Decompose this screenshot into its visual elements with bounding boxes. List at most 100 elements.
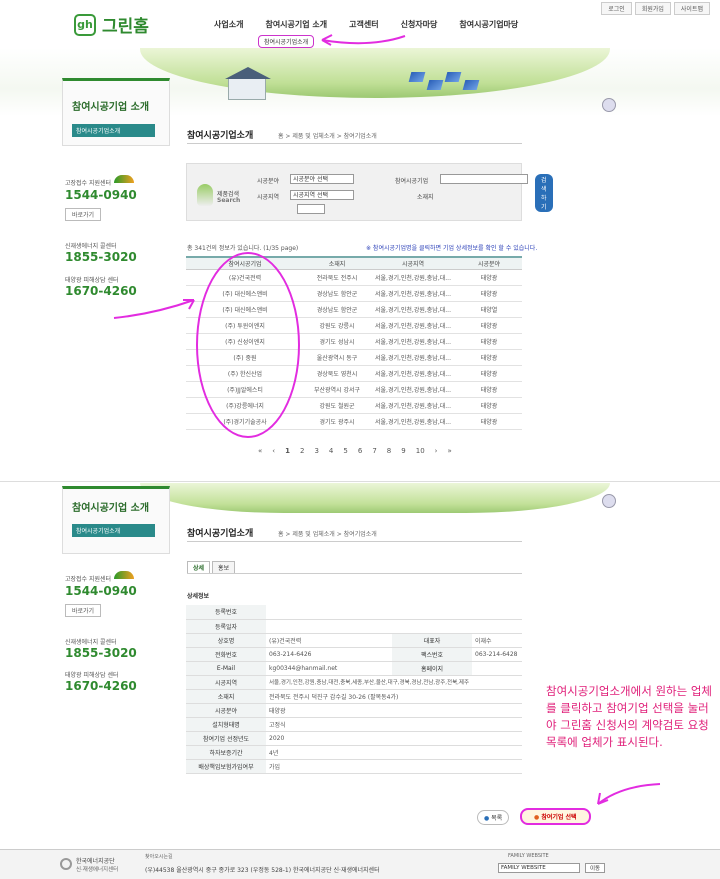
top-button-icon[interactable] xyxy=(602,98,616,112)
company-input[interactable] xyxy=(440,174,528,184)
callcenter-phone: 1855-3020 xyxy=(65,250,137,264)
shortcut-button[interactable]: 바로가기 xyxy=(65,208,102,221)
year-label: 참여기업 선정년도 xyxy=(186,731,266,746)
insurance-value: 가입 xyxy=(266,759,522,774)
damage-phone: 1670-4260 xyxy=(65,679,137,693)
title-divider xyxy=(187,541,522,542)
warranty-value: 4년 xyxy=(266,745,522,760)
next-page-icon[interactable]: › xyxy=(435,447,438,455)
solar-panel-icon xyxy=(462,80,480,90)
address-label: 소재지 xyxy=(417,194,434,201)
house-icon xyxy=(225,67,271,100)
reg-date-value xyxy=(266,619,522,634)
shortcut-button[interactable]: 바로가기 xyxy=(65,604,102,617)
address-cell: 전라북도 전주시 xyxy=(304,269,370,286)
damage-label: 태양광 피해상담 센터 xyxy=(65,277,119,284)
address-cell: 경기도 광주시 xyxy=(304,413,370,430)
prev-page-icon[interactable]: ‹ xyxy=(272,447,275,455)
nav-company-board[interactable]: 참여시공기업마당 xyxy=(459,19,518,30)
region-cell: 서울,경기,인천,강원,충남,대... xyxy=(370,413,456,430)
region-select[interactable]: 시공지역 선택 xyxy=(290,190,354,200)
help-label: 고장접수 지원센터 xyxy=(65,576,112,583)
sidebar-box: 참여시공기업 소개 참여시공기업소개 xyxy=(62,78,170,146)
field-label: 시공분야 xyxy=(257,178,280,185)
address-cell: 경상남도 함안군 xyxy=(304,301,370,318)
main-nav: 사업소개 참여시공기업 소개 고객센터 신청자마당 참여시공기업마당 xyxy=(214,19,518,30)
nav-business[interactable]: 사업소개 xyxy=(214,19,243,30)
sidebar-item-companies[interactable]: 참여시공기업소개 xyxy=(72,524,155,537)
footer-address: (우)44538 울산광역시 중구 종가로 323 (우정동 528-1) 한국… xyxy=(145,867,380,874)
region-cell: 서울,경기,인천,강원,충남,대... xyxy=(370,301,456,318)
col-field: 시공분야 xyxy=(456,256,522,270)
family-site-label: FAMILY WEBSITE xyxy=(508,853,549,859)
nav-companies[interactable]: 참여시공기업 소개 xyxy=(265,19,327,30)
last-page-icon[interactable]: » xyxy=(447,447,451,455)
page-10[interactable]: 10 xyxy=(416,447,425,455)
banner-hill xyxy=(140,483,610,513)
field-label: 시공분야 xyxy=(186,703,266,718)
logo-name: 그린홈 xyxy=(102,17,149,37)
energy-agency-logo-icon xyxy=(60,858,72,870)
address-value: 전라북도 전주시 덕진구 감수길 30-26 (팔복동4가) xyxy=(266,689,522,704)
nav-applicant[interactable]: 신청자마당 xyxy=(401,19,438,30)
first-page-icon[interactable]: « xyxy=(258,447,262,455)
address-cell: 부산광역시 강서구 xyxy=(304,381,370,398)
tab-divider xyxy=(187,573,522,574)
nav-sub-active[interactable]: 참여시공기업소개 xyxy=(258,35,315,48)
select-icon: ● xyxy=(534,814,540,821)
select-company-button[interactable]: ● 참여기업 선택 xyxy=(520,808,591,825)
field-select[interactable]: 시공분야 선택 xyxy=(290,174,354,184)
help-phone: 1544-0940 xyxy=(65,188,137,202)
page-1[interactable]: 1 xyxy=(285,447,290,455)
page-2[interactable]: 2 xyxy=(300,447,304,455)
result-count: 총 341건의 정보가 있습니다. (1/35 page) xyxy=(187,245,299,252)
annotation-arrow-icon xyxy=(597,783,661,805)
page-9[interactable]: 9 xyxy=(401,447,405,455)
page-title: 참여시공기업소개 xyxy=(187,529,254,539)
col-address: 소재지 xyxy=(304,256,370,270)
top-button-icon[interactable] xyxy=(602,494,616,508)
footer-directions[interactable]: 찾아오시는길 xyxy=(145,853,173,860)
company-label: 참여시공기업 xyxy=(395,178,429,185)
sitemap-link[interactable]: 사이트맵 xyxy=(673,2,710,15)
site-logo[interactable]: gh 그린홈 xyxy=(74,12,149,37)
detail-table: 등록번호 등록일자 상호명 (유)건국전력 대표자 이재수 전화번호 063-214-6… xyxy=(186,605,522,774)
page-8[interactable]: 8 xyxy=(387,447,391,455)
list-button[interactable]: ● 목록 xyxy=(477,810,510,825)
damage-label: 태양광 피해상담 센터 xyxy=(65,672,119,679)
annotation-arrow-icon xyxy=(321,34,406,46)
email-value[interactable]: kg00344@hanmail.net xyxy=(266,661,392,676)
solar-panel-icon xyxy=(444,72,462,82)
nav-customer[interactable]: 고객센터 xyxy=(349,19,378,30)
join-link[interactable]: 회원가입 xyxy=(634,2,671,15)
field-cell: 태양광 xyxy=(456,397,522,414)
field-cell: 태양광 xyxy=(456,317,522,334)
region-cell: 서울,경기,인천,강원,충남,대... xyxy=(370,365,456,382)
annotation-arrow-icon xyxy=(113,299,195,319)
callcenter-label: 신재생에너지 콜센터 xyxy=(65,639,117,646)
footer: 한국에너지공단 신·재생에너지센터 찾아오시는길 (우)44538 울산광역시 … xyxy=(0,849,720,879)
annotation-text: 참여시공기업소개에서 원하는 업체를 클릭하고 참여기업 선택을 눌러야 그린홈… xyxy=(546,684,713,749)
search-button[interactable]: 검색하기 xyxy=(535,174,553,212)
search-title-en: Search xyxy=(217,197,241,204)
page-6[interactable]: 6 xyxy=(358,447,362,455)
family-site-select[interactable]: FAMILY WEBSITE xyxy=(498,863,580,873)
region-sub-select[interactable] xyxy=(297,204,325,214)
page-3[interactable]: 3 xyxy=(314,447,318,455)
region-value: 서울,경기,인천,강원,충남,대전,충북,세종,부산,울산,대구,경북,경남,전… xyxy=(266,675,522,690)
login-link[interactable]: 로그인 xyxy=(601,2,632,15)
page-title: 참여시공기업소개 xyxy=(187,131,254,141)
region-cell: 서울,경기,인천,강원,충남,대... xyxy=(370,349,456,366)
sidebar-item-companies[interactable]: 참여시공기업소개 xyxy=(72,124,155,137)
search-panel: 제품검색 Search 시공분야 시공분야 선택 시공지역 시공지역 선택 참여… xyxy=(186,163,553,221)
page-7[interactable]: 7 xyxy=(372,447,376,455)
sidebar-title: 참여시공기업 소개 xyxy=(72,503,150,514)
email-label: E-Mail xyxy=(186,661,266,676)
phone-value: 063-214-6426 xyxy=(266,647,392,662)
field-cell: 태양광 xyxy=(456,381,522,398)
screenshot-divider xyxy=(0,481,720,482)
address-cell: 울산광역시 동구 xyxy=(304,349,370,366)
family-go-button[interactable]: 이동 xyxy=(585,863,606,873)
page-5[interactable]: 5 xyxy=(343,447,347,455)
page-4[interactable]: 4 xyxy=(329,447,333,455)
